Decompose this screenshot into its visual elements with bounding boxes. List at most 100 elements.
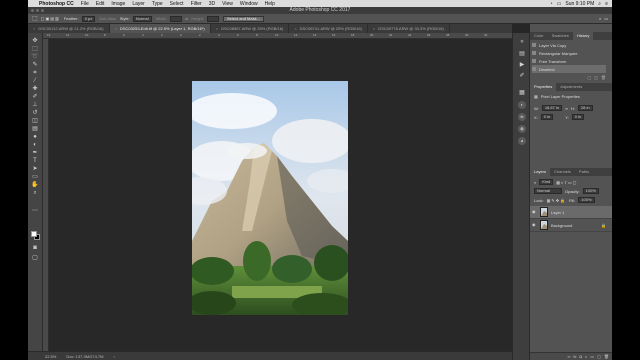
select-and-mask-button[interactable]: Select and Mask... bbox=[223, 15, 264, 22]
foreground-color-swatch[interactable] bbox=[31, 231, 37, 237]
doc-size[interactable]: Doc: 137.3M/274.7M bbox=[66, 354, 103, 359]
x-input[interactable]: 0 in bbox=[540, 114, 554, 120]
doc-tab[interactable]: × DSC09778.ARW @ 33.3% (RGB/16) bbox=[367, 24, 450, 33]
brush-tool-icon[interactable]: ✐ bbox=[31, 94, 39, 100]
color-icon[interactable]: ◕ bbox=[518, 137, 526, 145]
close-window-button[interactable] bbox=[31, 9, 34, 12]
doc-tab-active[interactable]: × DSC03253-Edit.tif @ 22.5% (Layer 1, RGB… bbox=[109, 24, 211, 33]
filter-icon[interactable]: ⌕ bbox=[534, 180, 536, 185]
history-icon[interactable]: ▤ bbox=[518, 50, 526, 58]
history-item[interactable]: Free Transform bbox=[532, 57, 606, 65]
healing-brush-tool-icon[interactable]: ✚ bbox=[31, 86, 39, 92]
doc-tab[interactable]: × DSC06741.ARW @ 25% (RGB/16) bbox=[289, 24, 368, 33]
tab-paths[interactable]: Paths bbox=[575, 168, 593, 176]
snapshot-icon[interactable]: ◫ bbox=[594, 75, 598, 80]
tab-adjustments[interactable]: Adjustments bbox=[556, 83, 586, 91]
lock-icons[interactable]: ▦✎✥🔒 bbox=[547, 198, 566, 203]
dodge-tool-icon[interactable]: ◐ bbox=[31, 142, 39, 148]
wifi-icon[interactable]: ◔ bbox=[550, 1, 553, 7]
swap-icon[interactable]: ⇄ bbox=[185, 16, 188, 21]
add-mask-icon[interactable]: ◘ bbox=[580, 353, 582, 360]
menu-list-icon[interactable]: ≡ bbox=[605, 1, 608, 7]
quick-mask-icon[interactable]: ◙ bbox=[31, 245, 39, 251]
h-input[interactable]: 28 in bbox=[577, 105, 593, 111]
battery-icon[interactable]: ▭ bbox=[557, 1, 562, 7]
eraser-tool-icon[interactable]: ◫ bbox=[31, 118, 39, 124]
minimize-window-button[interactable] bbox=[36, 9, 39, 12]
tab-layers[interactable]: Layers bbox=[530, 168, 551, 176]
close-tab-icon[interactable]: × bbox=[216, 26, 218, 31]
menu-edit[interactable]: Edit bbox=[96, 1, 105, 7]
menu-window[interactable]: Window bbox=[240, 1, 258, 7]
new-document-icon[interactable]: ▢ bbox=[587, 75, 591, 80]
new-layer-icon[interactable]: ▢ bbox=[597, 353, 601, 360]
tab-color[interactable]: Color bbox=[530, 32, 548, 40]
blend-mode-select[interactable]: Normal bbox=[534, 188, 562, 194]
visibility-eye-icon[interactable]: ◉ bbox=[532, 223, 537, 227]
history-item[interactable]: Rectangular Marquee bbox=[532, 49, 606, 57]
status-arrow-icon[interactable]: › bbox=[113, 354, 114, 359]
y-input[interactable]: 0 in bbox=[571, 114, 585, 120]
doc-tab[interactable]: × DSC08967.ARW @ 25% (RGB/16) bbox=[210, 24, 290, 33]
hand-tool-icon[interactable]: ✋ bbox=[31, 182, 39, 188]
filter-type-icons[interactable]: ▦◐T▭▢ bbox=[556, 180, 577, 185]
app-menu[interactable]: Photoshop CC bbox=[39, 1, 74, 7]
history-item[interactable]: Layer Via Copy bbox=[532, 41, 606, 49]
search-icon[interactable]: ⌕ bbox=[599, 16, 601, 21]
w-input[interactable]: 18.67 in bbox=[541, 105, 563, 111]
clone-stamp-tool-icon[interactable]: ⊥ bbox=[31, 102, 39, 108]
tab-swatches[interactable]: Swatches bbox=[548, 32, 573, 40]
document-canvas[interactable] bbox=[192, 81, 348, 315]
actions-icon[interactable]: ▶ bbox=[518, 61, 526, 69]
kind-select[interactable]: Kind bbox=[539, 179, 554, 185]
close-tab-icon[interactable]: × bbox=[373, 26, 375, 31]
properties-icon[interactable]: ▦ bbox=[518, 89, 526, 97]
pen-tool-icon[interactable]: ✒ bbox=[31, 150, 39, 156]
link-layers-icon[interactable]: ∞ bbox=[568, 353, 571, 360]
history-item-selected[interactable]: Deselect bbox=[532, 65, 606, 73]
close-tab-icon[interactable]: × bbox=[33, 26, 35, 31]
path-selection-tool-icon[interactable]: ➤ bbox=[31, 166, 39, 172]
trash-icon[interactable]: 🗑 bbox=[601, 75, 606, 80]
lasso-tool-icon[interactable]: ➰ bbox=[31, 54, 39, 60]
brush-settings-icon[interactable]: ✐ bbox=[518, 72, 526, 80]
shape-tool-icon[interactable]: ▭ bbox=[31, 174, 39, 180]
selection-mode-icons[interactable]: ▢▣▤▥ bbox=[41, 16, 60, 21]
zoom-level[interactable]: 22.5% bbox=[45, 354, 56, 359]
menu-type[interactable]: Type bbox=[152, 1, 163, 7]
menu-view[interactable]: View bbox=[222, 1, 233, 7]
search-icon[interactable]: ⌕ bbox=[598, 1, 601, 7]
visibility-eye-icon[interactable]: ◉ bbox=[532, 210, 537, 214]
gradient-tool-icon[interactable]: ▤ bbox=[31, 126, 39, 132]
antialias-checkbox[interactable]: Anti-alias bbox=[99, 16, 115, 21]
collapse-icon[interactable]: » bbox=[518, 38, 526, 46]
menu-file[interactable]: File bbox=[81, 1, 89, 7]
doc-tab[interactable]: × DSC00112.ARW @ 21.2% (RGB/16) bbox=[28, 24, 110, 33]
quick-select-tool-icon[interactable]: ✎ bbox=[31, 62, 39, 68]
tab-history[interactable]: History bbox=[572, 32, 594, 40]
layer-row-selected[interactable]: ◉ Layer 1 bbox=[530, 206, 612, 219]
width-input[interactable] bbox=[169, 15, 182, 22]
layer-row[interactable]: ◉ Background 🔒 bbox=[530, 219, 612, 232]
crop-tool-icon[interactable]: ⌗ bbox=[31, 70, 39, 76]
styles-icon[interactable]: fx bbox=[518, 113, 526, 121]
menu-3d[interactable]: 3D bbox=[209, 1, 215, 7]
menu-filter[interactable]: Filter bbox=[191, 1, 202, 7]
menu-select[interactable]: Select bbox=[170, 1, 184, 7]
menu-image[interactable]: Image bbox=[111, 1, 125, 7]
marquee-tool-icon[interactable]: ⬚ bbox=[31, 46, 39, 52]
feather-input[interactable]: 0 px bbox=[81, 15, 96, 22]
new-group-icon[interactable]: ▭ bbox=[590, 353, 594, 360]
close-tab-icon[interactable]: × bbox=[115, 26, 117, 31]
height-input[interactable] bbox=[207, 15, 220, 22]
type-tool-icon[interactable]: T bbox=[31, 158, 39, 164]
menu-help[interactable]: Help bbox=[265, 1, 275, 7]
link-icon[interactable]: ∞ bbox=[565, 106, 568, 111]
marquee-tool-icon[interactable]: ⬚ bbox=[32, 15, 38, 22]
menu-layer[interactable]: Layer bbox=[132, 1, 145, 7]
history-brush-tool-icon[interactable]: ↺ bbox=[31, 110, 39, 116]
layer-style-icon[interactable]: fx bbox=[573, 353, 576, 360]
adjustment-layer-icon[interactable]: ◐ bbox=[585, 353, 587, 360]
eyedropper-tool-icon[interactable]: ⁄ bbox=[31, 78, 39, 84]
fill-input[interactable]: 100% bbox=[578, 197, 595, 203]
